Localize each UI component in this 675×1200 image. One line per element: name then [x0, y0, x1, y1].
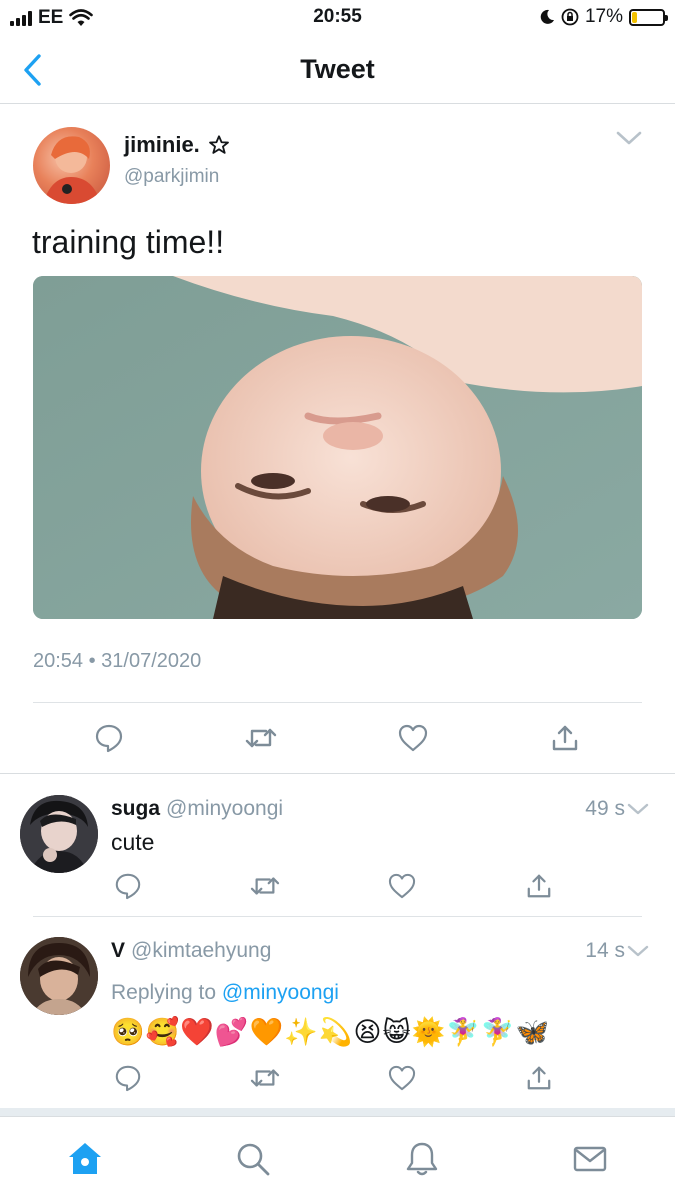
author-avatar[interactable]: [33, 127, 110, 204]
reply-button[interactable]: [108, 866, 148, 906]
like-button[interactable]: [382, 1058, 422, 1098]
retweet-button[interactable]: [245, 1058, 285, 1098]
battery-icon: [629, 8, 668, 26]
page-title: Tweet: [300, 54, 375, 84]
moon-icon: [540, 9, 554, 24]
tweet-timestamp: 20:54 • 31/07/2020: [33, 650, 202, 672]
reply-emoji-text: 🥺🥰❤️💕🧡✨💫😫😸🌞🧚‍♀️🧚‍♀️🦋: [111, 1017, 551, 1048]
share-icon: [552, 725, 578, 751]
like-icon: [388, 873, 416, 899]
retweet-icon: [250, 877, 280, 895]
reply-author-name[interactable]: suga: [111, 797, 160, 821]
messages-icon: [573, 1146, 607, 1172]
replying-to-label: Replying to: [111, 981, 217, 1004]
retweet-button[interactable]: [241, 718, 281, 758]
reply-icon: [95, 724, 123, 753]
divider: [0, 773, 675, 774]
like-icon: [388, 1065, 416, 1091]
replying-to-mention[interactable]: @minyoongi: [222, 981, 339, 1004]
tab-notifications[interactable]: [400, 1137, 444, 1181]
reply-button[interactable]: [89, 718, 129, 758]
status-bar: EE 20:55 17%: [0, 0, 675, 36]
retweet-icon: [245, 728, 277, 748]
star-outline-icon: [208, 135, 229, 154]
author-name[interactable]: jiminie.: [124, 132, 200, 158]
like-button[interactable]: [393, 718, 433, 758]
chevron-down-icon: [616, 131, 642, 145]
divider: [33, 702, 642, 703]
retweet-button[interactable]: [245, 866, 285, 906]
rotation-lock-icon: [561, 8, 579, 26]
reply-author-handle[interactable]: @minyoongi: [166, 797, 283, 821]
reply-avatar-suga[interactable]: [20, 795, 98, 873]
share-button[interactable]: [519, 866, 559, 906]
replying-to-line: Replying to @minyoongi: [111, 981, 339, 1005]
reply-options-button[interactable]: [627, 802, 649, 821]
reply-time: 49 s: [585, 797, 625, 820]
like-button[interactable]: [382, 866, 422, 906]
notifications-icon: [406, 1142, 438, 1176]
reply-options-button[interactable]: [627, 944, 649, 963]
reply-author-name[interactable]: V: [111, 939, 125, 963]
share-button[interactable]: [519, 1058, 559, 1098]
share-button[interactable]: [545, 718, 585, 758]
home-icon: [69, 1143, 101, 1174]
chevron-down-icon: [627, 945, 649, 957]
divider: [33, 916, 642, 917]
tab-search[interactable]: [231, 1137, 275, 1181]
reply-author-handle[interactable]: @kimtaehyung: [131, 939, 271, 963]
retweet-icon: [250, 1069, 280, 1087]
tweet-photo[interactable]: [33, 276, 642, 619]
reply-icon: [115, 1065, 141, 1092]
tab-home[interactable]: [63, 1137, 107, 1181]
reply-text: cute: [111, 829, 155, 855]
share-icon: [527, 1066, 551, 1090]
search-icon: [237, 1143, 270, 1176]
tweet-text: training time!!: [32, 224, 225, 260]
reply-time: 14 s: [585, 939, 625, 962]
tab-messages[interactable]: [568, 1137, 612, 1181]
feed-end-separator: [0, 1108, 675, 1116]
author-handle[interactable]: @parkjimin: [124, 166, 219, 188]
tweet-options-button[interactable]: [616, 130, 642, 151]
chevron-down-icon: [627, 803, 649, 815]
share-icon: [527, 874, 551, 898]
tab-bar: [0, 1116, 675, 1200]
like-icon: [398, 724, 428, 752]
reply-avatar-v[interactable]: [20, 937, 98, 1015]
reply-button[interactable]: [108, 1058, 148, 1098]
nav-header: Tweet: [0, 36, 675, 104]
battery-percent: 17%: [584, 6, 623, 27]
reply-icon: [115, 873, 141, 900]
